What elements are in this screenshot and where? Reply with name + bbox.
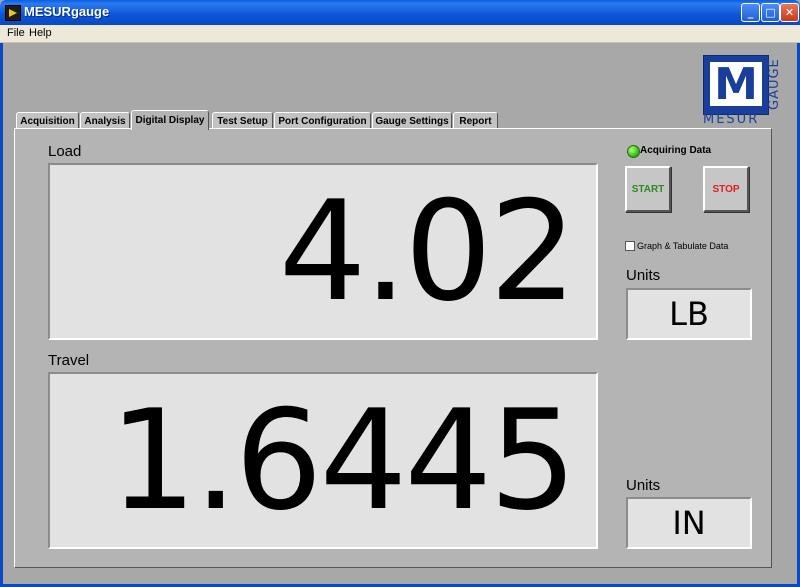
menu-file[interactable]: File [7,27,25,39]
window-title: MESURgauge [24,4,110,19]
travel-units-label: Units [626,477,661,494]
title-bar: MESURgauge _ □ ✕ [0,0,800,25]
tab-digital-display[interactable]: Digital Display [131,110,209,130]
start-button[interactable]: START [625,166,671,212]
load-display: 4.02 [48,163,598,340]
graph-tabulate-checkbox[interactable] [625,241,635,251]
travel-units-value: IN [672,504,706,542]
tab-port-configuration[interactable]: Port Configuration [274,112,371,129]
load-label: Load [48,143,82,160]
logo-side-text: GAUGE [767,58,782,110]
menu-help[interactable]: Help [29,27,52,39]
load-units-display: LB [626,288,752,340]
tab-gauge-settings[interactable]: Gauge Settings [372,112,452,129]
travel-display: 1.6445 [48,372,598,549]
menu-bar: File Help [0,25,800,43]
tab-acquisition[interactable]: Acquisition [16,112,79,129]
load-units-label: Units [626,267,661,284]
acquiring-status-text: Acquiring Data [640,145,712,156]
load-value: 4.02 [278,170,577,332]
travel-value: 1.6445 [109,379,577,541]
graph-tabulate-label: Graph & Tabulate Data [637,241,729,251]
tab-test-setup[interactable]: Test Setup [212,112,273,129]
stop-button[interactable]: STOP [703,166,749,212]
acquiring-led-indicator [627,145,640,158]
logo-bottom-text: MESUR [703,112,760,127]
app-icon [5,5,21,21]
tab-analysis[interactable]: Analysis [80,112,130,129]
logo-letter: M [710,59,762,110]
travel-label: Travel [48,352,90,369]
tab-report[interactable]: Report [453,112,498,129]
logo-box: M [703,55,769,115]
travel-units-display: IN [626,497,752,549]
maximize-button[interactable]: □ [761,3,780,22]
window-frame-left [0,25,3,587]
mesurgauge-logo: M GAUGE MESUR [703,55,783,127]
close-button[interactable]: ✕ [780,3,799,22]
minimize-button[interactable]: _ [741,3,760,22]
load-units-value: LB [669,295,709,333]
